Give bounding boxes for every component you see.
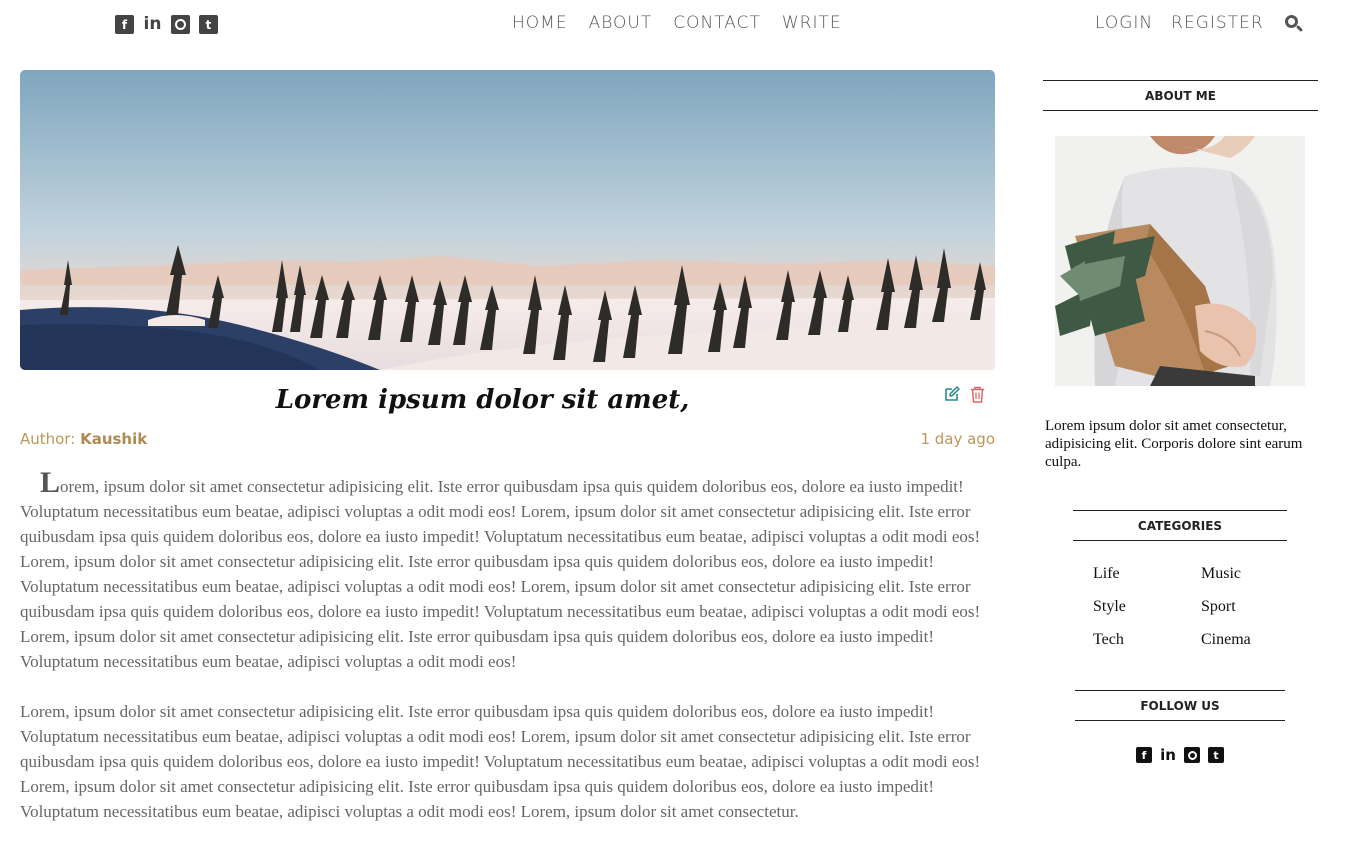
categories-list: Life Music Style Sport Tech Cinema [1073,564,1287,650]
sidebar-social-links: f in t [1075,747,1285,763]
twitter-square-icon[interactable]: t [199,15,218,34]
category-life[interactable]: Life [1093,564,1201,584]
login-link[interactable]: LOGIN [1095,13,1153,33]
category-music[interactable]: Music [1201,564,1301,584]
top-bar: f in t HOME ABOUT CONTACT WRITE LOGIN RE… [0,0,1366,50]
nav-about[interactable]: ABOUT [589,13,653,33]
github-square-icon[interactable] [1184,747,1200,763]
author-name-link[interactable]: Kaushik [80,430,147,448]
post-date: 1 day ago [920,430,995,448]
nav-write[interactable]: WRITE [782,13,842,33]
post-body: Lorem, ipsum dolor sit amet consectetur … [20,466,995,824]
linkedin-icon[interactable]: in [1160,747,1176,763]
about-me-text: Lorem ipsum dolor sit amet consectetur, … [1045,418,1303,470]
post-author: Author: Kaushik [20,430,147,448]
linkedin-icon[interactable]: in [143,15,162,34]
post-title: Lorem ipsum dolor sit amet, [275,385,690,415]
github-square-icon[interactable] [171,15,190,34]
author-label: Author: [20,430,76,448]
facebook-square-icon[interactable]: f [115,15,134,34]
follow-us-section: FOLLOW US f in t [1075,690,1285,763]
post-hero-image [20,70,995,370]
edit-icon[interactable] [944,386,960,402]
category-style[interactable]: Style [1093,597,1201,617]
register-link[interactable]: REGISTER [1171,13,1263,33]
follow-us-title: FOLLOW US [1075,690,1285,721]
categories-title: CATEGORIES [1073,510,1287,541]
main-nav: HOME ABOUT CONTACT WRITE [512,13,842,33]
nav-contact[interactable]: CONTACT [673,13,761,33]
categories-section: CATEGORIES Life Music Style Sport Tech C… [1073,510,1287,650]
category-sport[interactable]: Sport [1201,597,1301,617]
about-me-image [1055,136,1305,386]
header-social-links: f in t [115,15,218,34]
auth-nav: LOGIN REGISTER [1095,13,1303,33]
category-cinema[interactable]: Cinema [1201,630,1301,650]
sidebar: ABOUT ME Lorem ipsum dolor sit amet cons… [1043,80,1318,763]
post-paragraph: Lorem, ipsum dolor sit amet consectetur … [20,466,981,671]
post-paragraph: Lorem, ipsum dolor sit amet consectetur … [20,702,981,821]
twitter-square-icon[interactable]: t [1208,747,1224,763]
search-icon[interactable] [1284,15,1303,33]
facebook-square-icon[interactable]: f [1136,747,1152,763]
category-tech[interactable]: Tech [1093,630,1201,650]
about-me-title: ABOUT ME [1043,80,1318,111]
trash-icon[interactable] [970,386,985,403]
nav-home[interactable]: HOME [512,13,568,33]
